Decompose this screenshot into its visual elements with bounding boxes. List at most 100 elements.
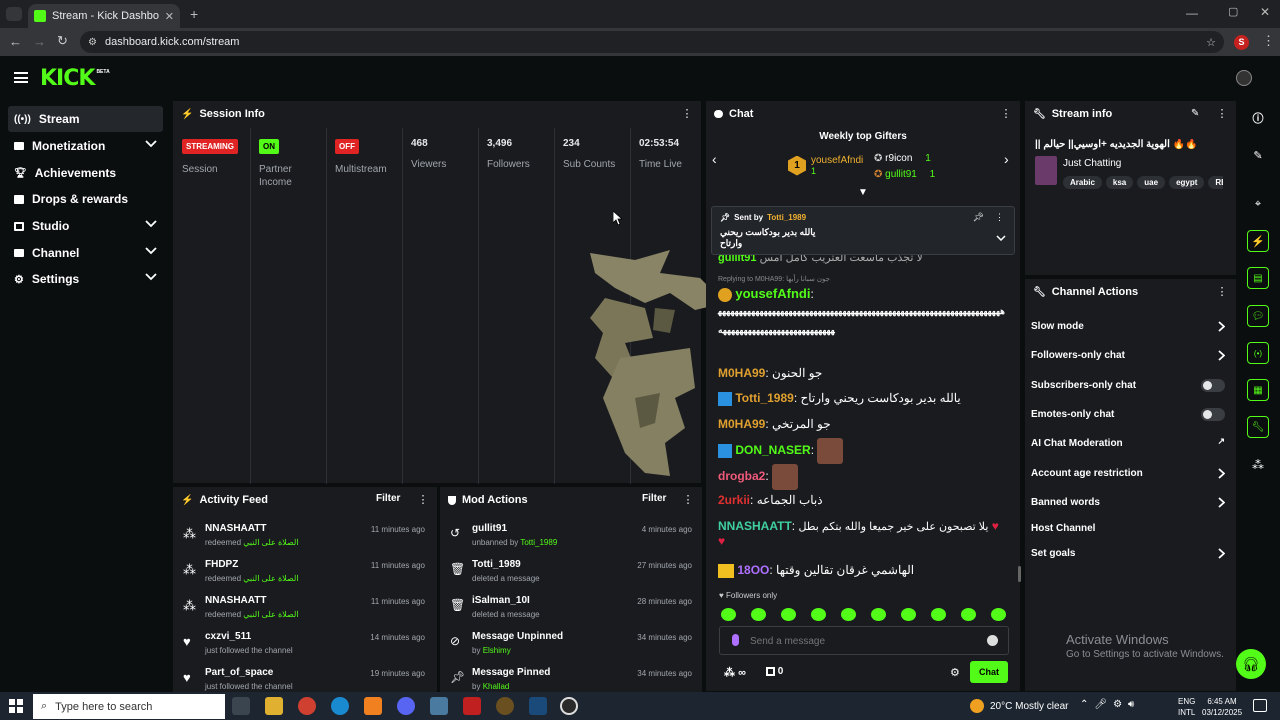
focus-icon[interactable]: ⌖ (1247, 193, 1269, 215)
tag-chip[interactable]: RESI (1208, 176, 1223, 189)
host-channel-row[interactable]: Host Channel (1031, 518, 1231, 538)
more-options-icon[interactable]: ⋮ (1216, 286, 1228, 298)
sidebar-item-stream[interactable]: ((•)) Stream (8, 106, 163, 132)
layout-rail-icon[interactable]: ▦ (1247, 379, 1269, 401)
windows-start-icon[interactable] (9, 699, 23, 713)
activity-user[interactable]: FHDPZ (205, 559, 238, 570)
emoji-picker-icon[interactable] (987, 635, 998, 646)
mod-action-target[interactable]: iSalman_10I (472, 595, 530, 606)
pencil-icon[interactable]: ✎ (1247, 144, 1269, 166)
sidebar-item-achievements[interactable]: 🏆︎ Achievements (8, 160, 163, 186)
more-options-icon[interactable]: ⋮ (681, 108, 693, 120)
sidebar-item-drops[interactable]: Drops & rewards (8, 186, 163, 212)
obs-icon[interactable] (560, 697, 578, 715)
edge-icon[interactable] (331, 697, 349, 715)
user-avatar[interactable] (1236, 70, 1252, 86)
prev-gifters-icon[interactable]: ‹ (712, 151, 717, 167)
ai-moderation-row[interactable]: AI Chat Moderation ↗ (1031, 433, 1231, 453)
chrome-icon[interactable] (298, 697, 316, 715)
site-info-icon[interactable]: ⚙ (88, 37, 97, 48)
notification-icon[interactable] (1253, 699, 1267, 712)
vlc-icon[interactable] (364, 697, 382, 715)
expand-pinned-icon[interactable] (996, 235, 1006, 241)
info-icon[interactable]: ⓘ (1247, 107, 1269, 129)
new-tab-icon[interactable]: + (190, 6, 198, 22)
chat-username[interactable]: 18OO (737, 563, 769, 577)
chat-settings-icon[interactable]: ⚙ (950, 666, 960, 679)
sidebar-item-monetization[interactable]: Monetization (8, 133, 163, 159)
forward-icon[interactable]: → (33, 34, 46, 49)
more-options-icon[interactable]: ⋮ (1216, 108, 1228, 120)
gifter-name[interactable]: r9icon (885, 153, 912, 164)
tools-rail-icon[interactable]: 🔧︎ (1247, 416, 1269, 438)
edit-stream-info-icon[interactable]: ✎ (1191, 108, 1199, 119)
chat-username[interactable]: NNASHAATT (718, 519, 792, 533)
reload-icon[interactable]: ↻ (57, 33, 68, 49)
quick-actions-icon[interactable]: ⚡ (1247, 230, 1269, 252)
tag-chip[interactable]: Arabic (1063, 176, 1102, 189)
send-chat-button[interactable]: Chat (970, 661, 1008, 683)
set-goals-row[interactable]: Set goals (1031, 543, 1231, 563)
notes-icon[interactable]: ▤ (1247, 267, 1269, 289)
chat-username[interactable]: Totti_1989 (735, 391, 793, 405)
unpin-icon[interactable]: 📌︎ (973, 212, 984, 223)
back-icon[interactable]: ← (9, 34, 22, 49)
collapse-gifters-icon[interactable]: ▼ (858, 187, 868, 198)
activity-user[interactable]: cxzvi_511 (205, 631, 251, 642)
gifter-name[interactable]: gullit91 (885, 169, 917, 180)
channel-points-indicator[interactable]: ⁂ ∞ (724, 666, 746, 679)
language-indicator[interactable]: ENG INTL (1178, 696, 1195, 718)
browser-tab[interactable]: Stream - Kick Dashboard ✕ (28, 4, 180, 28)
pinned-more-icon[interactable]: ⋮ (995, 212, 1004, 223)
chat-username[interactable]: 2urkii (718, 493, 750, 507)
tag-chip[interactable]: egypt (1169, 176, 1205, 189)
close-tab-icon[interactable]: ✕ (165, 10, 174, 23)
task-view-icon[interactable] (232, 697, 250, 715)
followers-only-row[interactable]: Followers-only chat (1031, 345, 1231, 365)
steam-icon[interactable] (529, 697, 547, 715)
chat-scrollbar[interactable] (1018, 566, 1021, 582)
profile-avatar[interactable]: S (1234, 35, 1249, 50)
mod-action-target[interactable]: gullit91 (472, 523, 507, 534)
tag-chip[interactable]: ksa (1105, 176, 1134, 189)
tag-chip[interactable]: uae (1137, 176, 1166, 189)
gifter-name[interactable]: yousefAfndi (811, 155, 863, 166)
sidebar-item-studio[interactable]: Studio (8, 213, 163, 239)
activity-user[interactable]: Part_of_space (205, 667, 273, 678)
emotes-only-toggle[interactable] (1201, 408, 1225, 421)
filter-button[interactable]: Filter (376, 493, 400, 504)
bookmark-star-icon[interactable]: ☆ (1206, 36, 1216, 49)
file-explorer-icon[interactable] (265, 697, 283, 715)
category-name[interactable]: Just Chatting (1063, 158, 1121, 169)
chat-rail-icon[interactable]: 💬︎ (1247, 305, 1269, 327)
next-gifters-icon[interactable]: › (1004, 151, 1009, 167)
gift-subs-indicator[interactable]: 0 (766, 666, 783, 677)
browser-menu-icon[interactable]: ⋮ (1262, 33, 1275, 49)
clock[interactable]: 6:45 AM 03/12/2025 (1202, 696, 1242, 718)
slow-mode-row[interactable]: Slow mode (1031, 316, 1231, 336)
more-options-icon[interactable]: ⋮ (417, 494, 429, 506)
mic-icon[interactable] (732, 634, 739, 646)
subscribers-only-toggle[interactable] (1201, 379, 1225, 392)
system-tray-icons[interactable]: ⌃🎤︎⚙🔊︎ (1080, 699, 1140, 710)
chat-username[interactable]: DON_NASER (735, 443, 810, 457)
mod-action-target[interactable]: Totti_1989 (472, 559, 521, 570)
pinned-message[interactable]: 📌︎ Sent by Totti_1989 يالله بدير بودكاست… (711, 206, 1015, 255)
game-app-icon[interactable] (496, 697, 514, 715)
maximize-window-icon[interactable]: ▢ (1228, 5, 1238, 18)
hamburger-menu-icon[interactable] (14, 72, 28, 83)
filter-button[interactable]: Filter (642, 493, 666, 504)
kick-app-icon[interactable] (463, 697, 481, 715)
desktop-app-icon[interactable] (430, 697, 448, 715)
banned-words-row[interactable]: Banned words (1031, 492, 1231, 512)
sidebar-item-settings[interactable]: ⚙ Settings (8, 266, 163, 292)
chat-message-field[interactable] (750, 632, 970, 650)
tab-search-button[interactable] (6, 7, 22, 21)
account-age-row[interactable]: Account age restriction (1031, 463, 1231, 483)
minimize-window-icon[interactable]: — (1186, 6, 1198, 20)
activity-user[interactable]: NNASHAATT (205, 523, 266, 534)
activity-user[interactable]: NNASHAATT (205, 595, 266, 606)
more-options-icon[interactable]: ⋮ (682, 494, 694, 506)
chat-username[interactable]: M0HA99 (718, 417, 765, 431)
chat-username[interactable]: yousefAfndi (735, 286, 810, 301)
